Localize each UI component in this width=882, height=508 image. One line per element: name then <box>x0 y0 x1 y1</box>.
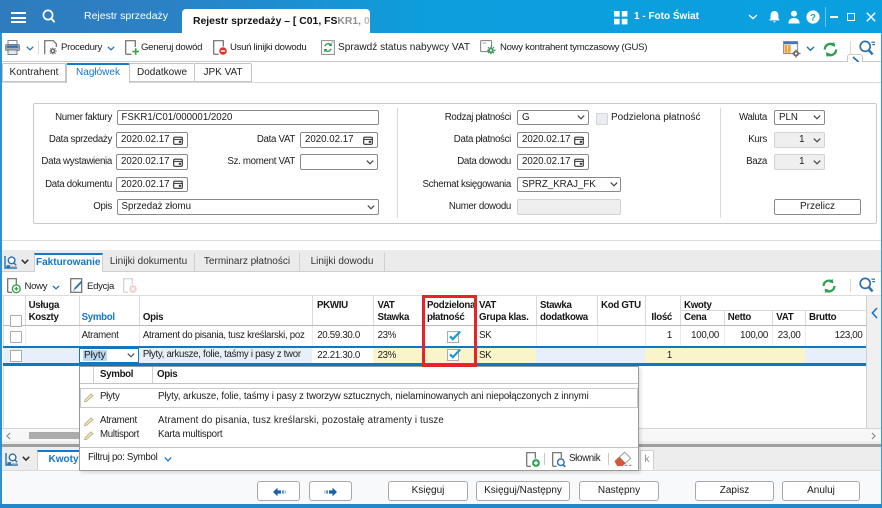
svg-text:?: ? <box>810 12 816 23</box>
svg-text:!: ! <box>786 45 789 54</box>
